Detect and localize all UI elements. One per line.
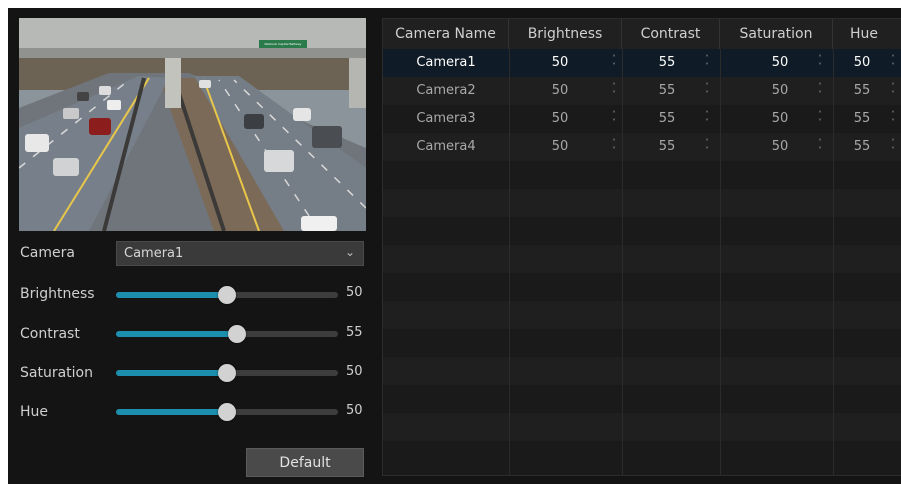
empty-table-row <box>383 273 901 301</box>
overpass-sign: National Capital Beltway <box>264 42 302 46</box>
camera-name-cell: Camera2 <box>416 83 476 98</box>
saturation-cell[interactable]: 50 <box>755 49 805 77</box>
brightness-slider-fill <box>116 292 227 298</box>
hue-cell[interactable]: 55 <box>837 133 887 161</box>
spinner-arrows-icon[interactable]: ˄ ˅ <box>815 55 825 71</box>
spinner-arrows-icon[interactable]: ˄ ˅ <box>815 83 825 99</box>
empty-table-row <box>383 301 901 329</box>
empty-table-row <box>383 441 901 469</box>
hue-slider-knob[interactable] <box>218 403 236 421</box>
contrast-cell[interactable]: 55 <box>642 105 692 133</box>
contrast-slider-knob[interactable] <box>227 325 246 343</box>
spinner-arrows-icon[interactable]: ˄ ˅ <box>888 111 898 127</box>
header-brightness[interactable]: Brightness <box>509 19 622 49</box>
default-button[interactable]: Default <box>246 448 364 477</box>
camera-name-cell: Camera4 <box>416 139 476 154</box>
table-row[interactable]: Camera3 50 ˄ ˅ 55 ˄ ˅ 50 ˄ ˅ 55 ˄ ˅ <box>383 105 901 133</box>
brightness-cell[interactable]: 50 <box>535 133 585 161</box>
column-divider <box>720 49 721 475</box>
spinner-arrows-icon[interactable]: ˄ ˅ <box>888 139 898 155</box>
image-settings-window: National Capital Beltway Camera Camera1 … <box>8 8 901 484</box>
camera-select-value: Camera1 <box>124 246 184 261</box>
contrast-cell[interactable]: 55 <box>642 49 692 77</box>
spinner-arrows-icon[interactable]: ˄ ˅ <box>702 83 712 99</box>
contrast-slider[interactable] <box>116 325 338 343</box>
header-saturation[interactable]: Saturation <box>720 19 833 49</box>
spinner-arrows-icon[interactable]: ˄ ˅ <box>609 83 619 99</box>
empty-table-row <box>383 161 901 189</box>
spinner-arrows-icon[interactable]: ˄ ˅ <box>888 55 898 71</box>
settings-panel: National Capital Beltway Camera Camera1 … <box>8 8 376 484</box>
table-row[interactable]: Camera1 50 ˄ ˅ 55 ˄ ˅ 50 ˄ ˅ 50 ˄ ˅ <box>383 49 901 77</box>
empty-table-row <box>383 329 901 357</box>
table-row[interactable]: Camera4 50 ˄ ˅ 55 ˄ ˅ 50 ˄ ˅ 55 ˄ ˅ <box>383 133 901 161</box>
column-divider <box>622 49 623 475</box>
spinner-arrows-icon[interactable]: ˄ ˅ <box>609 111 619 127</box>
preview-image <box>19 18 366 231</box>
spinner-arrows-icon[interactable]: ˄ ˅ <box>609 139 619 155</box>
empty-table-row <box>383 357 901 385</box>
contrast-value: 55 <box>346 325 363 340</box>
camera-settings-table: Camera Name Brightness Contrast Saturati… <box>382 18 901 476</box>
contrast-slider-fill <box>116 331 237 337</box>
header-camera-name[interactable]: Camera Name <box>383 19 509 49</box>
empty-table-row <box>383 385 901 413</box>
hue-slider[interactable] <box>116 403 338 421</box>
brightness-cell[interactable]: 50 <box>535 49 585 77</box>
saturation-slider-fill <box>116 370 227 376</box>
camera-name-cell: Camera3 <box>416 111 476 126</box>
brightness-value: 50 <box>346 285 363 300</box>
brightness-slider-knob[interactable] <box>218 286 236 304</box>
hue-value: 50 <box>346 403 363 418</box>
brightness-slider[interactable] <box>116 286 338 304</box>
chevron-down-icon: ⌄ <box>344 245 355 259</box>
saturation-value: 50 <box>346 364 363 379</box>
spinner-arrows-icon[interactable]: ˄ ˅ <box>702 111 712 127</box>
empty-table-row <box>383 245 901 273</box>
camera-preview: National Capital Beltway <box>19 18 366 231</box>
hue-slider-fill <box>116 409 227 415</box>
table-header: Camera Name Brightness Contrast Saturati… <box>383 19 901 50</box>
empty-table-row <box>383 189 901 217</box>
camera-label: Camera <box>20 245 75 261</box>
column-divider <box>833 49 834 475</box>
empty-table-row <box>383 217 901 245</box>
brightness-label: Brightness <box>20 286 95 302</box>
hue-cell[interactable]: 55 <box>837 105 887 133</box>
spinner-arrows-icon[interactable]: ˄ ˅ <box>888 83 898 99</box>
camera-select[interactable]: Camera1 ⌄ <box>116 241 364 266</box>
saturation-cell[interactable]: 50 <box>755 77 805 105</box>
column-divider <box>509 49 510 475</box>
empty-table-row <box>383 413 901 441</box>
contrast-cell[interactable]: 55 <box>642 77 692 105</box>
spinner-arrows-icon[interactable]: ˄ ˅ <box>815 139 825 155</box>
saturation-label: Saturation <box>20 365 93 381</box>
hue-label: Hue <box>20 404 49 420</box>
contrast-cell[interactable]: 55 <box>642 133 692 161</box>
header-hue[interactable]: Hue <box>833 19 901 49</box>
brightness-cell[interactable]: 50 <box>535 105 585 133</box>
header-contrast[interactable]: Contrast <box>622 19 720 49</box>
saturation-slider-knob[interactable] <box>218 364 236 382</box>
spinner-arrows-icon[interactable]: ˄ ˅ <box>702 139 712 155</box>
spinner-arrows-icon[interactable]: ˄ ˅ <box>702 55 712 71</box>
hue-cell[interactable]: 50 <box>837 49 887 77</box>
brightness-cell[interactable]: 50 <box>535 77 585 105</box>
spinner-arrows-icon[interactable]: ˄ ˅ <box>609 55 619 71</box>
saturation-cell[interactable]: 50 <box>755 133 805 161</box>
saturation-cell[interactable]: 50 <box>755 105 805 133</box>
spinner-arrows-icon[interactable]: ˄ ˅ <box>815 111 825 127</box>
camera-name-cell: Camera1 <box>416 55 476 70</box>
contrast-label: Contrast <box>20 326 80 342</box>
saturation-slider[interactable] <box>116 364 338 382</box>
hue-cell[interactable]: 55 <box>837 77 887 105</box>
table-row[interactable]: Camera2 50 ˄ ˅ 55 ˄ ˅ 50 ˄ ˅ 55 ˄ ˅ <box>383 77 901 105</box>
